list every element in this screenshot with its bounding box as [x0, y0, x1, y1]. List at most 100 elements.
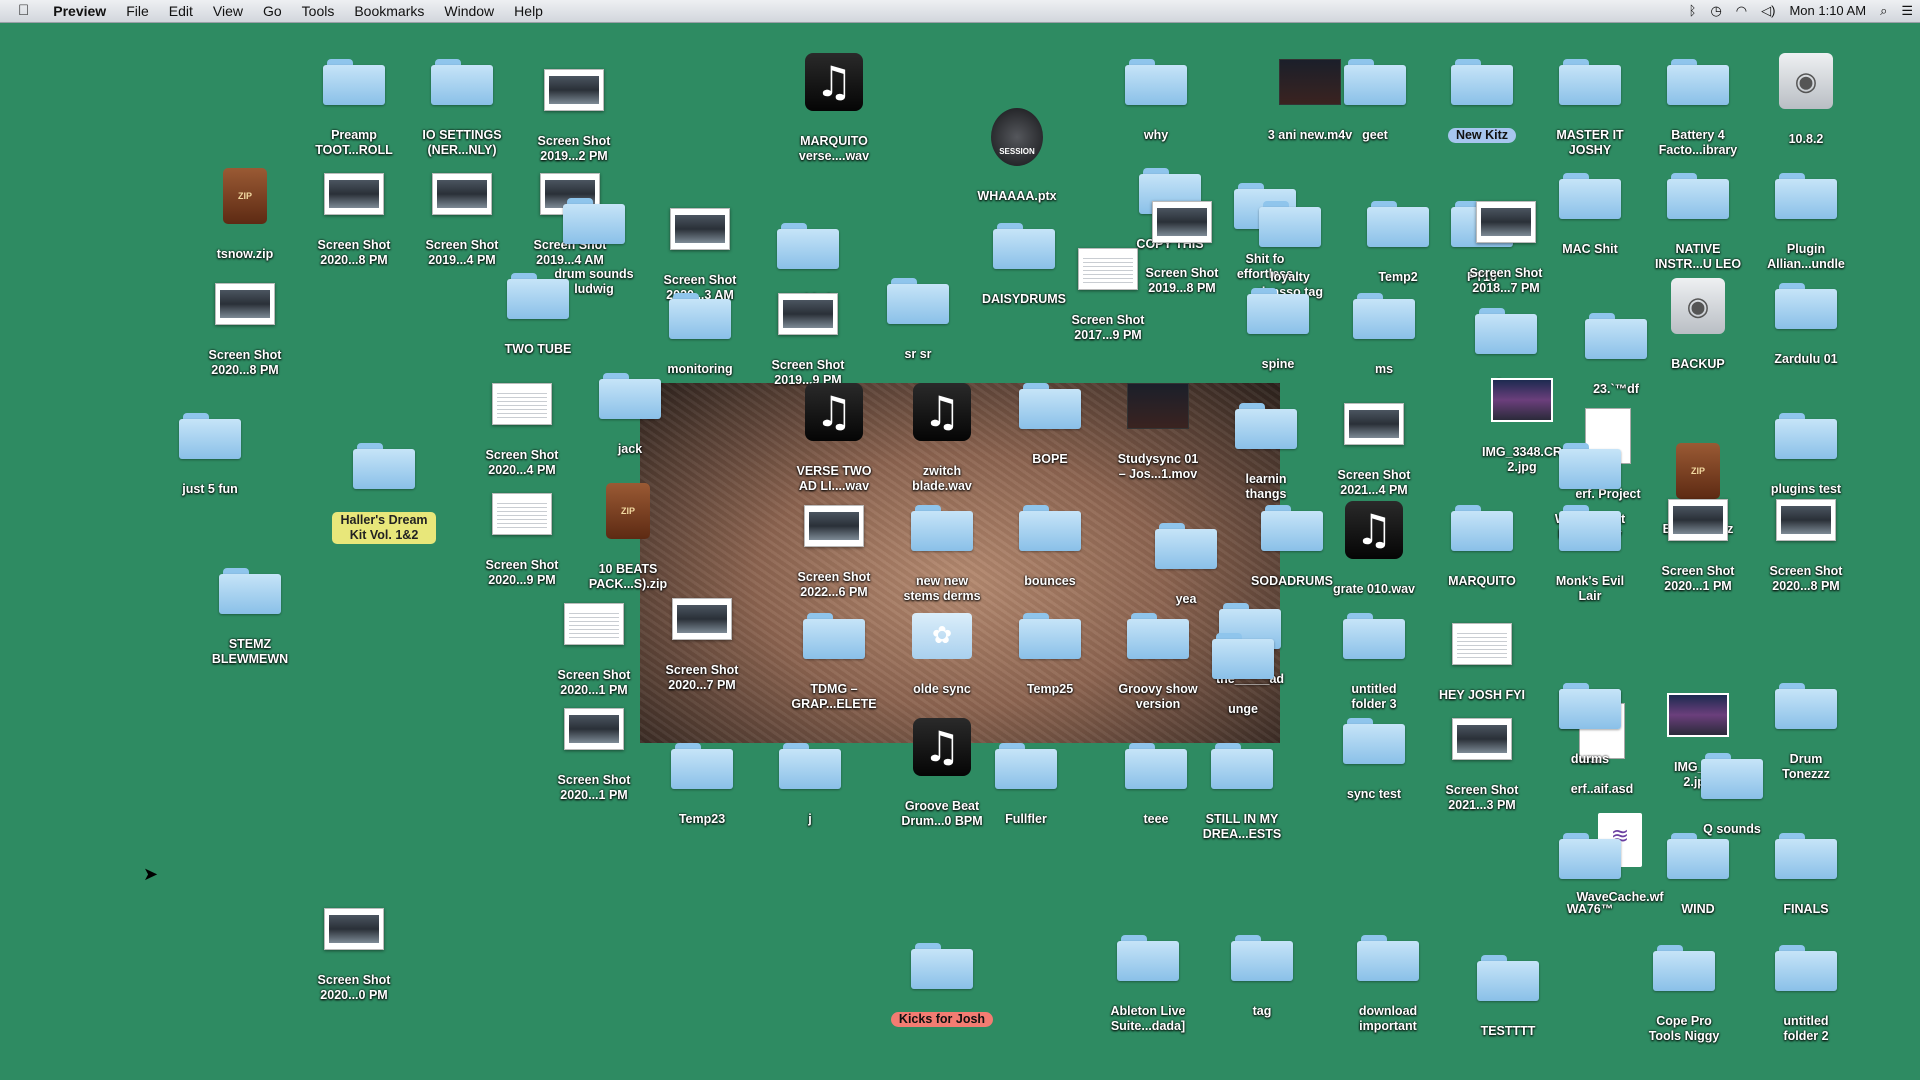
desktop-icon[interactable]: Cope Pro Tools Niggy — [1628, 945, 1740, 1045]
desktop-icon[interactable]: ♫ MARQUITO verse....wav — [778, 53, 890, 165]
menu-view[interactable]: View — [203, 0, 253, 22]
desktop-icon[interactable]: jack — [574, 373, 686, 458]
desktop-icon[interactable]: unge — [1187, 633, 1299, 718]
desktop-icon[interactable]: SESSION WHAAAA.ptx — [961, 108, 1073, 205]
desktop-icon[interactable]: FINALS — [1750, 833, 1862, 918]
desktop-icon[interactable]: geet — [1319, 59, 1431, 144]
desktop-icon[interactable]: tag — [1206, 935, 1318, 1020]
desktop-icon[interactable]: Screen Shot 2021...3 PM — [1426, 718, 1538, 814]
desktop-icon[interactable]: MARQUITO — [1426, 505, 1538, 590]
menu-edit[interactable]: Edit — [159, 0, 203, 22]
desktop-icon-label: geet — [1362, 128, 1388, 142]
desktop-icon[interactable]: Plugin Allian...undle — [1750, 173, 1862, 273]
desktop-icon[interactable]: sync test — [1318, 718, 1430, 803]
desktop-icon[interactable]: Screen Shot 2020...1 PM — [538, 708, 650, 804]
desktop-icon[interactable]: Preamp TOOT...ROLL — [298, 59, 410, 159]
menu-file[interactable]: File — [116, 0, 159, 22]
desktop-icon[interactable]: WA76™ — [1534, 833, 1646, 918]
desktop-icon[interactable]: Screen Shot 2020...7 PM — [646, 598, 758, 694]
desktop-icon[interactable]: HEY JOSH FYI — [1426, 623, 1538, 704]
desktop-icon[interactable]: ◉ BACKUP — [1642, 278, 1754, 373]
desktop-icon[interactable]: spine — [1222, 288, 1334, 373]
menu-go[interactable]: Go — [253, 0, 292, 22]
desktop-icon[interactable]: ◉ 10.8.2 — [1750, 53, 1862, 148]
desktop-icon[interactable]: Kicks for Josh — [886, 943, 998, 1028]
desktop-icon[interactable]: Screen Shot 2020...3 AM — [644, 208, 756, 304]
desktop-icon[interactable]: STILL IN MY DREA...ESTS — [1186, 743, 1298, 843]
desktop-icon[interactable]: WIND — [1642, 833, 1754, 918]
desktop-icon[interactable]: ♫ grate 010.wav — [1318, 501, 1430, 598]
folder-icon — [1019, 505, 1081, 551]
desktop-icon[interactable]: learnin thangs — [1210, 403, 1322, 503]
desktop-icon[interactable]: Screen Shot 2020...1 PM — [1642, 499, 1754, 595]
desktop-icon[interactable]: new new stems derms — [886, 505, 998, 605]
desktop-icon[interactable]: durms — [1534, 683, 1646, 768]
desktop-icon[interactable]: Zardulu 01 — [1750, 283, 1862, 368]
time-machine-icon[interactable]: ◷ — [1703, 0, 1728, 22]
desktop-icon[interactable]: Haller's Dream Kit Vol. 1&2 — [328, 443, 440, 544]
desktop-icon[interactable]: Screen Shot 2019...2 PM — [518, 69, 630, 165]
desktop-icon[interactable]: ZIP 10 BEATS PACK...S).zip — [572, 483, 684, 593]
desktop-icon[interactable]: TWO TUBE — [482, 273, 594, 358]
desktop-icon[interactable]: ♫ zwitch blade.wav — [886, 383, 998, 495]
volume-icon[interactable]: ◁) — [1754, 0, 1782, 22]
desktop-icon[interactable]: bounces — [994, 505, 1106, 590]
desktop-icon[interactable]: Screen Shot 2019...4 PM — [406, 173, 518, 269]
desktop-icon[interactable]: yea — [1130, 523, 1242, 608]
desktop-icon[interactable]: Studysync 01 – Jos...1.mov — [1102, 383, 1214, 483]
desktop-icon[interactable]: untitled folder 3 — [1318, 613, 1430, 713]
image-file-icon — [1667, 693, 1729, 737]
desktop-icon[interactable]: Ableton Live Suite...dada] — [1092, 935, 1204, 1035]
desktop-icon[interactable]: New Kitz — [1426, 59, 1538, 144]
desktop-icon[interactable]: TESTTTT — [1452, 955, 1564, 1040]
clock[interactable]: Mon 1:10 AM — [1782, 0, 1873, 22]
app-menu-preview[interactable]: Preview — [43, 0, 116, 22]
desktop-icon[interactable]: monitoring — [644, 293, 756, 378]
desktop-icon[interactable]: IO SETTINGS (NER...NLY) — [406, 59, 518, 159]
menu-bookmarks[interactable]: Bookmarks — [344, 0, 434, 22]
desktop-icon[interactable]: just 5 fun — [154, 413, 266, 498]
desktop-icon[interactable]: Screen Shot 2020...8 PM — [298, 173, 410, 269]
desktop-icon[interactable]: Screen Shot 2021...4 PM — [1318, 403, 1430, 499]
desktop-icon[interactable]: BOPE — [994, 383, 1106, 468]
desktop-icon[interactable]: Drum Tonezzz — [1750, 683, 1862, 783]
desktop-icon[interactable]: NATIVE INSTR...U LEO — [1642, 173, 1754, 273]
desktop-icon[interactable]: Screen Shot 2020...1 PM — [538, 603, 650, 699]
desktop-icon[interactable]: Temp23 — [646, 743, 758, 828]
bluetooth-icon[interactable]: ᛒ — [1682, 0, 1704, 22]
desktop-icon[interactable]: STEMZ BLEWMEWN — [194, 568, 306, 668]
desktop-icon[interactable]: MASTER IT JOSHY — [1534, 59, 1646, 159]
desktop-icon[interactable]: download important — [1332, 935, 1444, 1035]
desktop-icon[interactable]: ✿ olde sync — [886, 613, 998, 698]
desktop[interactable]: Preamp TOOT...ROLL IO SETTINGS (NER...NLY… — [0, 23, 1920, 1080]
wifi-icon[interactable]: ◠ — [1729, 0, 1754, 22]
desktop-icon[interactable]: Screen Shot 2020...8 PM — [189, 283, 301, 379]
desktop-icon[interactable]: Screen Shot 2020...9 PM — [466, 493, 578, 589]
desktop-icon[interactable]: ♫ VERSE TWO AD LI....wav — [778, 383, 890, 495]
desktop-icon[interactable]: Temp25 — [994, 613, 1106, 698]
desktop-icon[interactable]: j — [754, 743, 866, 828]
menu-tools[interactable]: Tools — [292, 0, 345, 22]
desktop-icon[interactable]: Monk's Evil Lair — [1534, 505, 1646, 605]
desktop-icon[interactable]: Screen Shot 2020...0 PM — [298, 908, 410, 1004]
desktop-icon[interactable]: why — [1100, 59, 1212, 144]
desktop-icon[interactable]: Fullfler — [970, 743, 1082, 828]
desktop-icon[interactable]: ms — [1328, 293, 1440, 378]
menu-window[interactable]: Window — [434, 0, 504, 22]
desktop-icon[interactable]: Screen Shot 2020...8 PM — [1750, 499, 1862, 595]
menu-help[interactable]: Help — [504, 0, 553, 22]
desktop-icon[interactable]: Screen Shot 2020...4 PM — [466, 383, 578, 479]
apple-menu-icon[interactable]:  — [0, 0, 43, 22]
desktop-icon[interactable]: ZIP tsnow.zip — [189, 168, 301, 263]
desktop-icon[interactable]: Screen Shot 2022...6 PM — [778, 505, 890, 601]
desktop-icon[interactable]: TDMG – GRAP...ELETE — [778, 613, 890, 713]
notification-center-icon[interactable]: ☰ — [1894, 0, 1920, 22]
desktop-icon[interactable]: loyalty ricasso tag — [1234, 201, 1346, 301]
desktop-icon[interactable]: Battery 4 Facto...ibrary — [1642, 59, 1754, 159]
desktop-icon[interactable]: sr sr — [862, 278, 974, 363]
desktop-icon[interactable]: MAC Shit — [1534, 173, 1646, 258]
spotlight-icon[interactable]: ⌕ — [1873, 0, 1894, 22]
desktop-icon[interactable]: untitled folder 2 — [1750, 945, 1862, 1045]
desktop-icon[interactable]: Screen Shot 2019...9 PM — [752, 293, 864, 389]
desktop-icon[interactable]: plugins test — [1750, 413, 1862, 498]
